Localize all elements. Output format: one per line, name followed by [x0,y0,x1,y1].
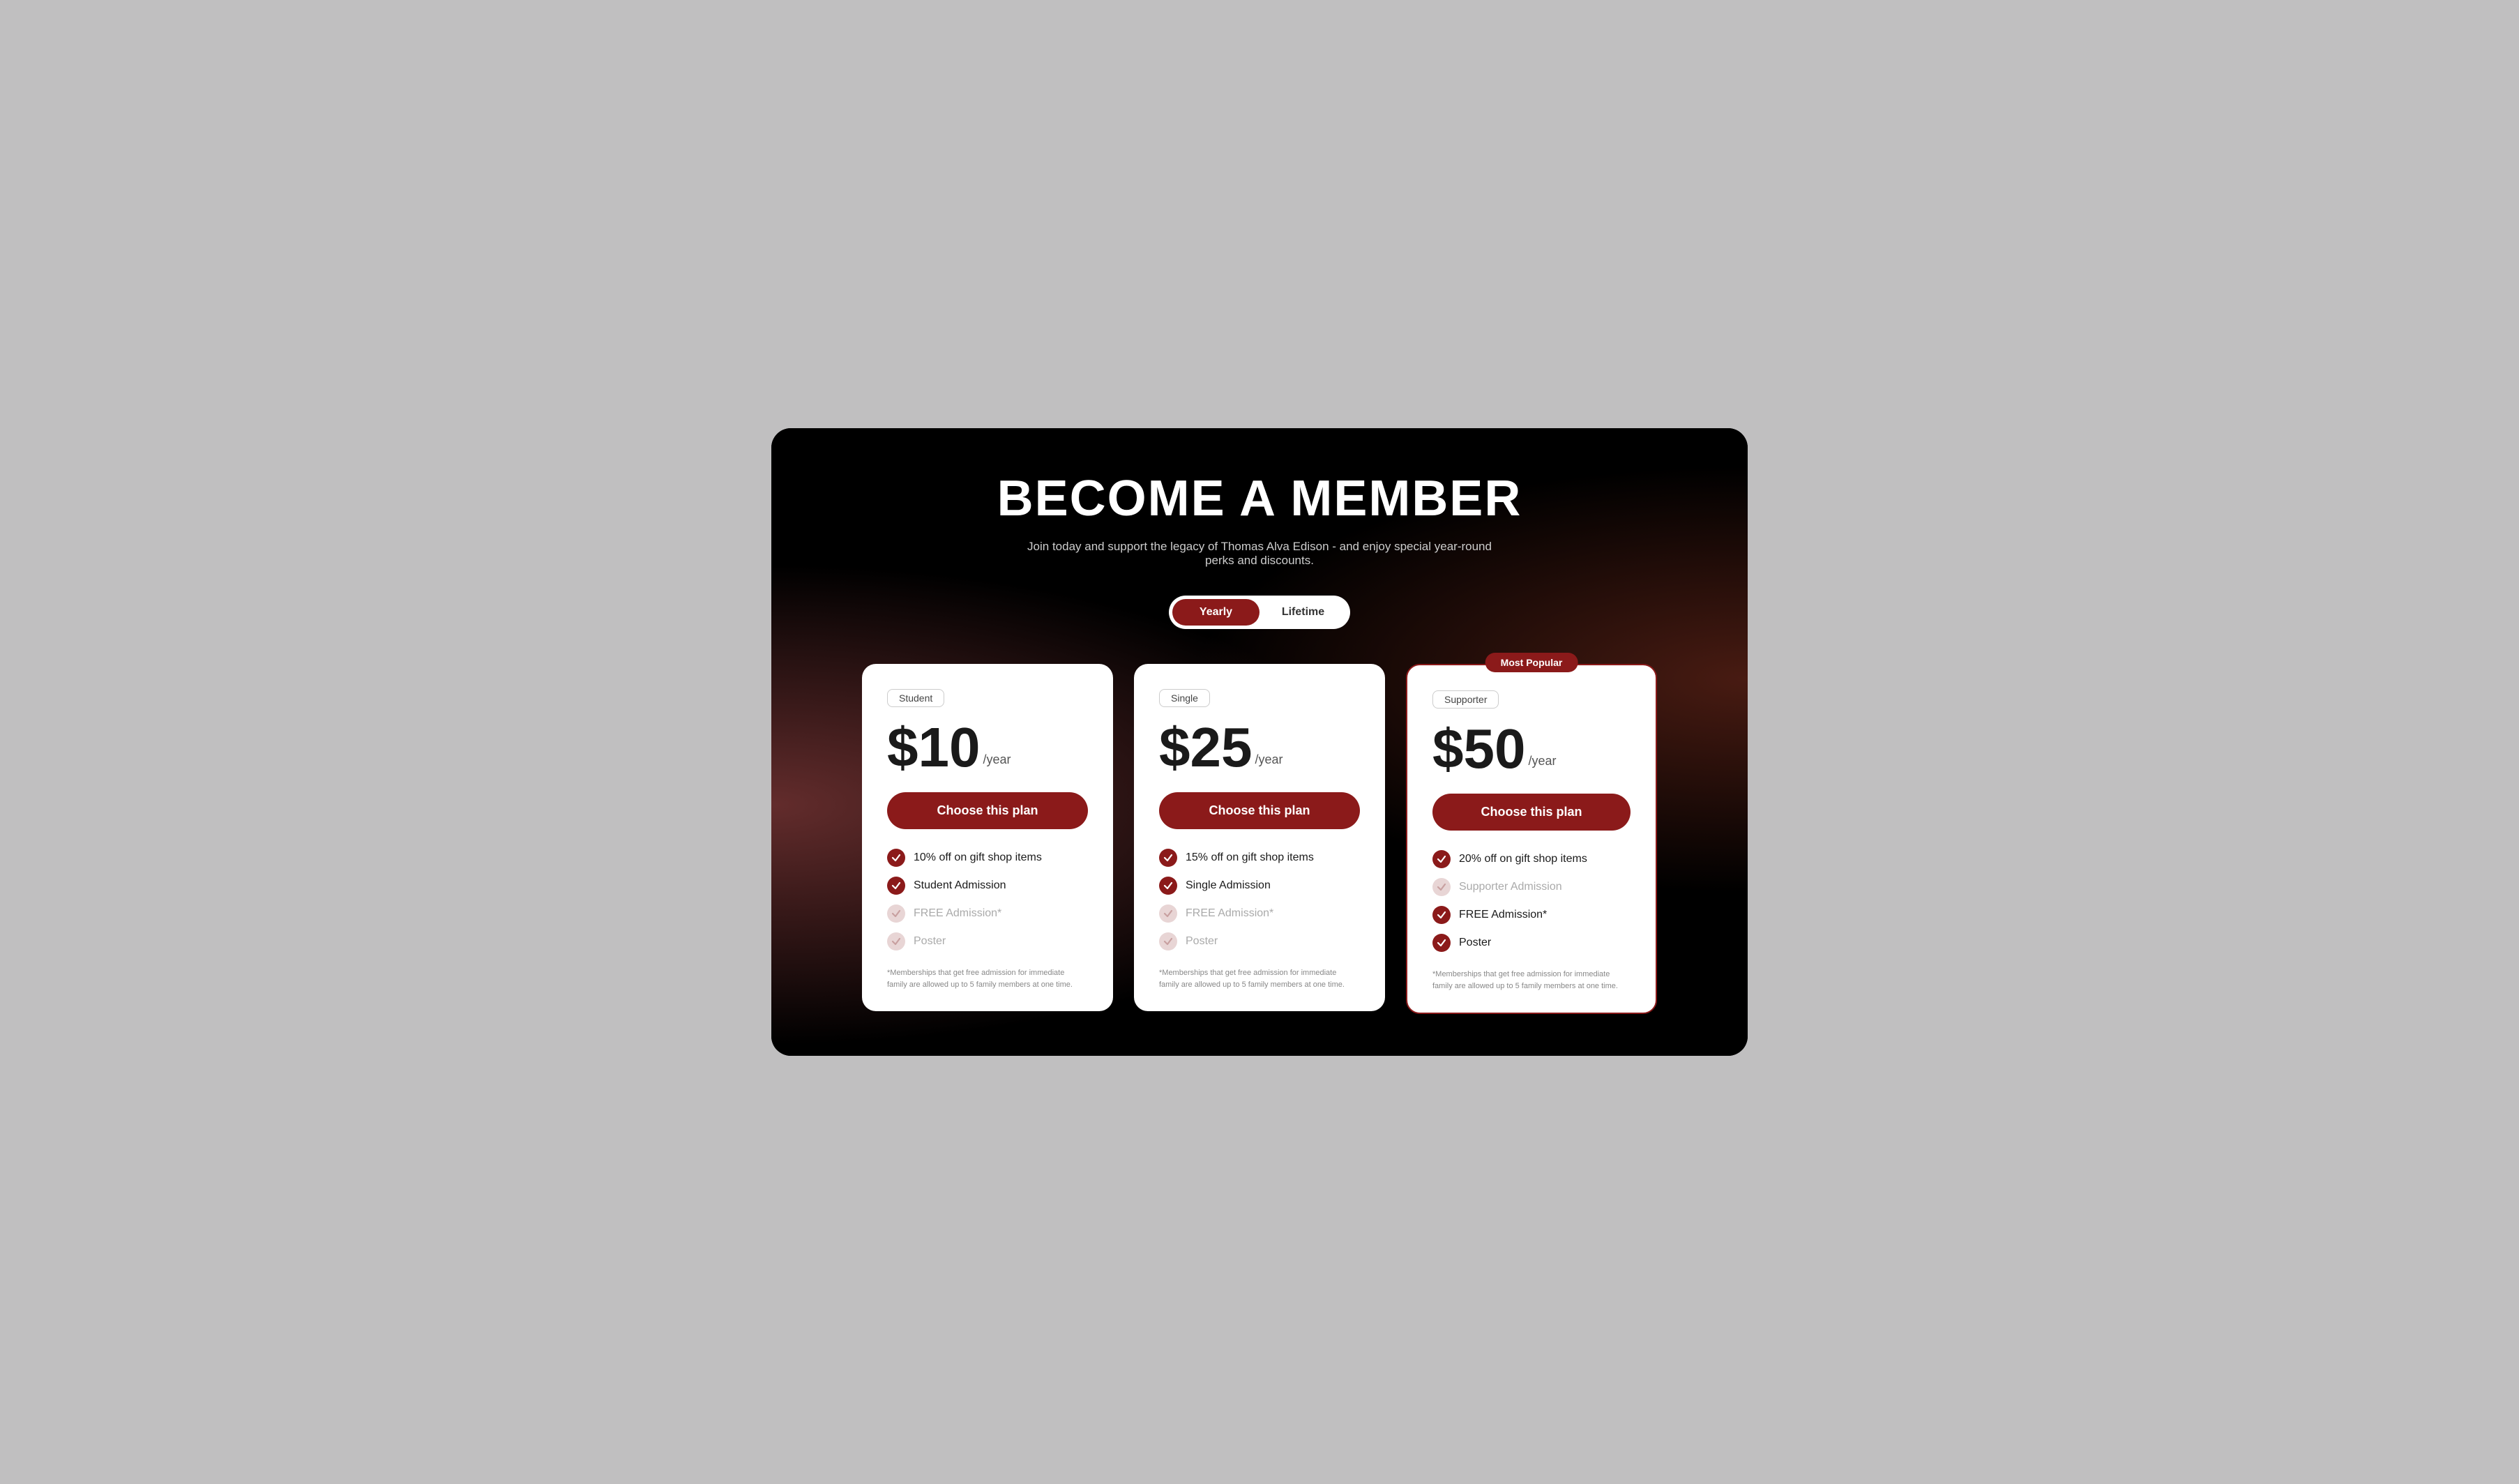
single-price: $25 [1159,720,1252,775]
list-item: Single Admission [1159,877,1360,895]
supporter-plan-card: Most Popular Supporter $50 /year Choose … [1406,664,1657,1014]
pricing-cards: Student $10 /year Choose this plan 10% o… [862,664,1657,1014]
check-icon-inactive [887,904,905,923]
membership-page: BECOME A MEMBER Join today and support t… [771,428,1748,1056]
list-item: Poster [887,932,1088,951]
check-icon [1159,849,1177,867]
single-period: /year [1255,752,1283,767]
single-choose-button[interactable]: Choose this plan [1159,792,1360,829]
student-price-row: $10 /year [887,720,1088,775]
student-choose-button[interactable]: Choose this plan [887,792,1088,829]
supporter-footnote: *Memberships that get free admission for… [1432,969,1628,992]
list-item: FREE Admission* [1432,906,1631,924]
lifetime-toggle-button[interactable]: Lifetime [1260,599,1347,626]
student-tier-badge: Student [887,689,944,707]
page-subtitle: Join today and support the legacy of Tho… [1015,540,1504,568]
list-item: 10% off on gift shop items [887,849,1088,867]
list-item: Poster [1159,932,1360,951]
yearly-toggle-button[interactable]: Yearly [1172,599,1260,626]
list-item: Student Admission [887,877,1088,895]
single-feature-list: 15% off on gift shop items Single Admiss… [1159,849,1360,951]
supporter-price-row: $50 /year [1432,721,1631,777]
single-plan-card: Single $25 /year Choose this plan 15% of… [1134,664,1385,1011]
list-item: 20% off on gift shop items [1432,850,1631,868]
check-icon [1432,850,1451,868]
check-icon-inactive [887,932,905,951]
check-icon [1432,934,1451,952]
student-plan-card: Student $10 /year Choose this plan 10% o… [862,664,1113,1011]
list-item: 15% off on gift shop items [1159,849,1360,867]
check-icon-inactive [1159,904,1177,923]
student-footnote: *Memberships that get free admission for… [887,967,1082,990]
check-icon [887,877,905,895]
page-title: BECOME A MEMBER [997,470,1522,527]
single-price-row: $25 /year [1159,720,1360,775]
check-icon [887,849,905,867]
single-tier-badge: Single [1159,689,1210,707]
supporter-choose-button[interactable]: Choose this plan [1432,794,1631,831]
supporter-feature-list: 20% off on gift shop items Supporter Adm… [1432,850,1631,952]
billing-toggle: Yearly Lifetime [1169,596,1350,629]
supporter-tier-badge: Supporter [1432,690,1499,709]
single-footnote: *Memberships that get free admission for… [1159,967,1354,990]
most-popular-badge: Most Popular [1485,653,1578,672]
supporter-period: /year [1528,754,1556,768]
student-feature-list: 10% off on gift shop items Student Admis… [887,849,1088,951]
supporter-price: $50 [1432,721,1525,777]
check-icon [1159,877,1177,895]
list-item: Poster [1432,934,1631,952]
check-icon-inactive [1432,878,1451,896]
list-item: Supporter Admission [1432,878,1631,896]
list-item: FREE Admission* [887,904,1088,923]
check-icon-inactive [1159,932,1177,951]
main-content: BECOME A MEMBER Join today and support t… [771,428,1748,1056]
list-item: FREE Admission* [1159,904,1360,923]
student-price: $10 [887,720,980,775]
student-period: /year [983,752,1011,767]
check-icon [1432,906,1451,924]
